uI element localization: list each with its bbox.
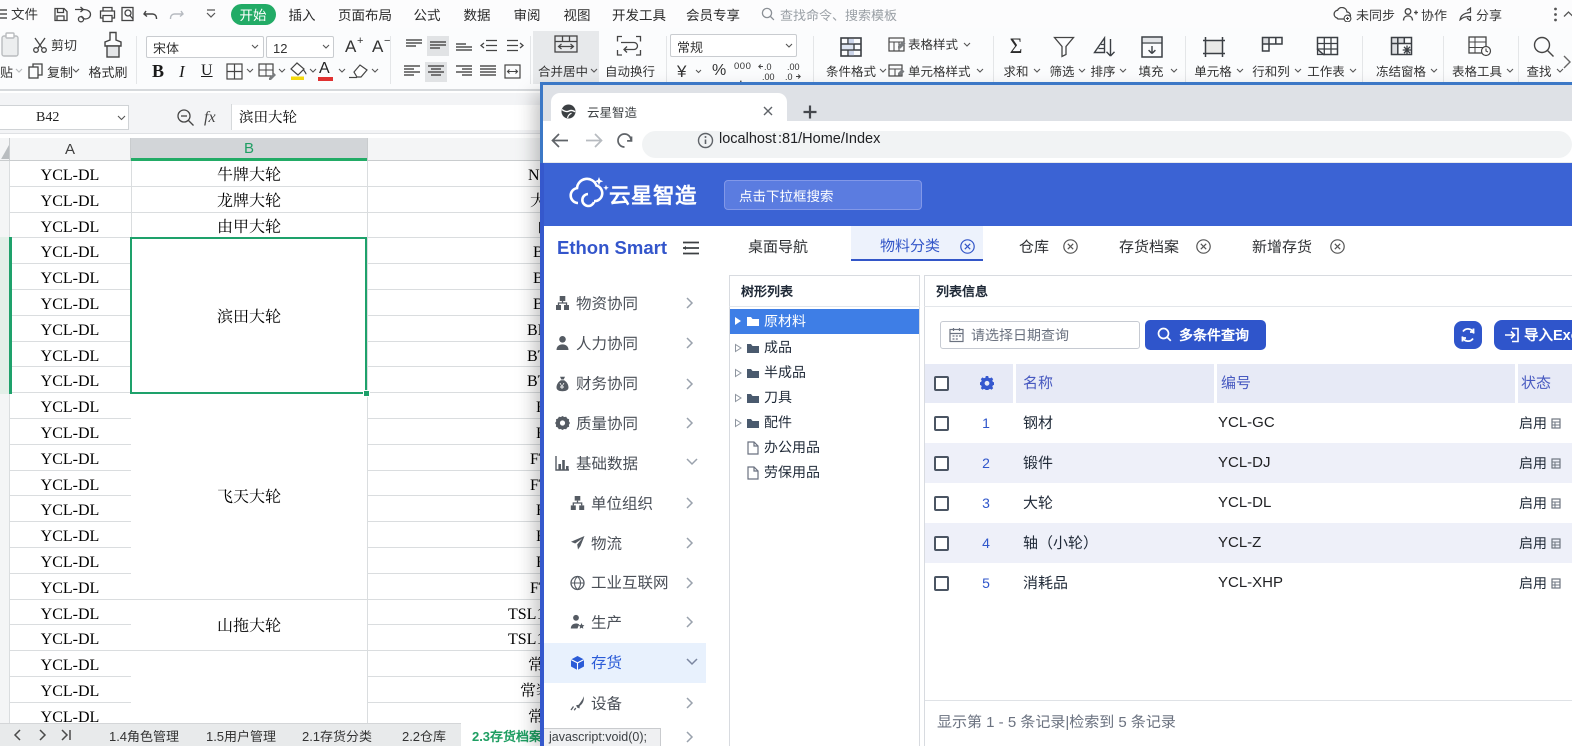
svg-text:.0: .0: [785, 72, 793, 82]
svg-text:.00: .00: [762, 72, 775, 82]
svg-text:.00: .00: [787, 62, 800, 72]
svg-text:.0: .0: [764, 62, 772, 72]
svg-text:¥: ¥: [559, 381, 565, 391]
